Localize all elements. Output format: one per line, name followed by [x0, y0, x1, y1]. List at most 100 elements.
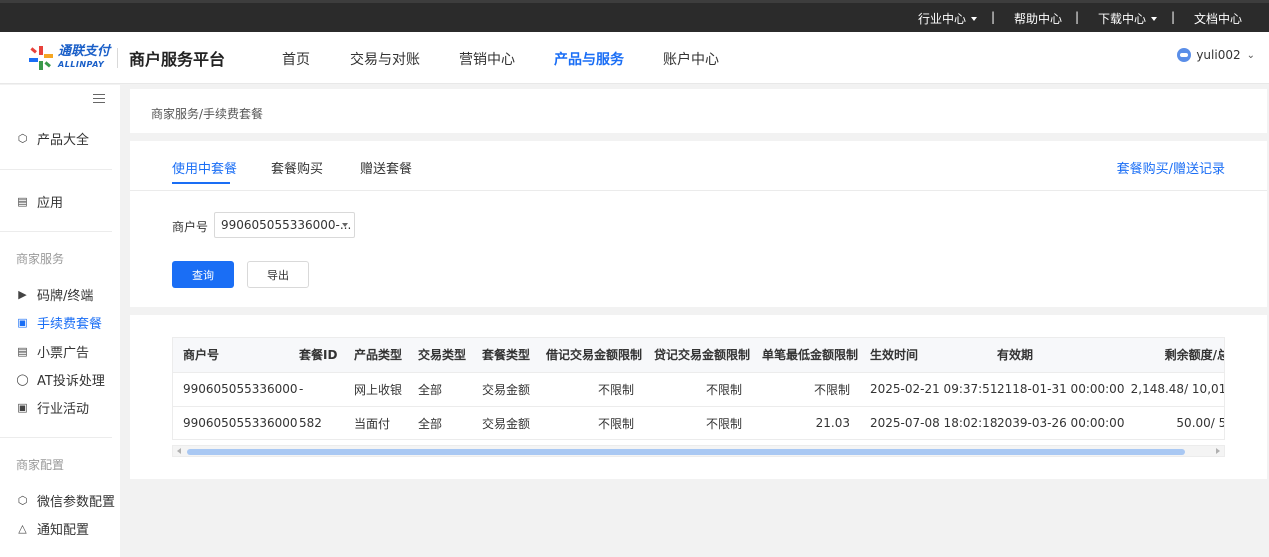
sidebar-item-label: 行业活动 — [37, 402, 90, 417]
divider — [0, 437, 112, 438]
sidebar-group-merchant-config: 商家配置 — [16, 458, 65, 472]
user-menu[interactable]: yuli002 ⌄ — [1177, 48, 1255, 62]
col-header: 有效期 — [987, 338, 1114, 373]
sidebar-item-apps[interactable]: ▤ 应用 — [16, 192, 63, 211]
help-center-label: 帮助中心 — [1014, 12, 1063, 26]
caret-down-icon — [971, 16, 978, 21]
tabs-divider — [130, 190, 1267, 191]
table-row: 990605055336000 582 当面付 全部 交易金额 不限制 不限制 … — [173, 406, 1224, 439]
scrollbar-thumb[interactable] — [187, 449, 1185, 455]
window-edge — [0, 0, 1269, 3]
help-center-link[interactable]: 帮助中心 — [1014, 10, 1062, 27]
menu-toggle-icon[interactable] — [93, 94, 105, 104]
docs-center-link[interactable]: 文档中心 — [1194, 10, 1242, 27]
sidebar-item-notify-config[interactable]: △ 通知配置 — [16, 519, 89, 538]
sidebar-item-label: 码牌/终端 — [37, 289, 94, 304]
tab-buy-package[interactable]: 套餐购买 — [271, 158, 323, 177]
platform-title: 商户服务平台 — [129, 50, 226, 69]
sidebar-item-receipt-ads[interactable]: ▤ 小票广告 — [16, 342, 89, 361]
cell: 当面付 — [344, 406, 408, 439]
sidebar: ⬡ 产品大全 ▤ 应用 商家服务 ▶ 码牌/终端 ▣ 手续费套餐 ▤ 小票广告 … — [0, 85, 120, 557]
industry-center-menu[interactable]: 行业中心 — [918, 10, 978, 27]
table-header-row: 商户号 套餐ID 产品类型 交易类型 套餐类型 借记交易金额限制 贷记交易金额限… — [173, 338, 1224, 373]
col-header: 交易类型 — [408, 338, 472, 373]
separator: | — [991, 10, 996, 24]
cell: 不限制 — [644, 372, 752, 407]
export-button[interactable]: 导出 — [247, 261, 309, 288]
cell: 不限制 — [536, 406, 644, 439]
cell: 2025-07-08 18:02:18 — [860, 406, 997, 439]
sidebar-item-industry-activity[interactable]: ▣ 行业活动 — [16, 398, 89, 417]
cell: 2118-01-31 00:00:00 — [987, 372, 1124, 407]
sidebar-item-label: 微信参数配置 — [37, 495, 116, 510]
merchant-number-value: 990605055336000-... — [221, 218, 352, 232]
cell: 不限制 — [536, 372, 644, 407]
breadcrumb: 商家服务/手续费套餐 — [151, 107, 264, 121]
tab-gift-package[interactable]: 赠送套餐 — [360, 158, 412, 177]
merchant-number-select[interactable]: 990605055336000-... — [214, 212, 355, 238]
col-header: 套餐类型 — [472, 338, 536, 373]
cell: 不限制 — [644, 406, 752, 439]
sidebar-item-product-catalog[interactable]: ⬡ 产品大全 — [16, 129, 89, 148]
divider — [0, 169, 112, 170]
username: yuli002 — [1196, 48, 1241, 62]
caret-down-icon — [342, 223, 348, 227]
query-button[interactable]: 查询 — [172, 261, 234, 288]
sidebar-item-at-complaint[interactable]: ◯ AT投诉处理 — [16, 370, 105, 389]
nav-products[interactable]: 产品与服务 — [554, 49, 624, 69]
cell: 全部 — [408, 372, 472, 407]
horizontal-scrollbar[interactable] — [172, 445, 1225, 457]
col-header: 产品类型 — [344, 338, 408, 373]
table-row: 990605055336000 - 网上收银 全部 交易金额 不限制 不限制 不… — [173, 372, 1224, 407]
tab-active-packages[interactable]: 使用中套餐 — [172, 158, 237, 177]
cell: 交易金额 — [472, 372, 536, 407]
shield-icon: ◯ — [16, 373, 29, 386]
logo-text: 通联支付 — [58, 44, 111, 59]
sidebar-item-label: 手续费套餐 — [37, 317, 103, 332]
sidebar-item-label: 产品大全 — [37, 133, 90, 148]
col-header: 借记交易金额限制 — [536, 338, 644, 373]
sidebar-item-label: 应用 — [37, 196, 64, 211]
bell-icon: △ — [18, 522, 27, 535]
breadcrumb-panel: 商家服务/手续费套餐 — [130, 89, 1267, 133]
cell: 2,148.48/ 10,010.00 — [1114, 372, 1224, 407]
merchant-number-label: 商户号 — [172, 220, 209, 234]
col-header: 套餐ID — [289, 338, 344, 373]
cube-icon: ⬡ — [17, 132, 28, 145]
sidebar-item-code-terminal[interactable]: ▶ 码牌/终端 — [16, 285, 93, 304]
sidebar-item-wechat-params[interactable]: ⬡ 微信参数配置 — [16, 491, 115, 510]
nav-home[interactable]: 首页 — [282, 49, 310, 69]
logo-divider — [117, 48, 118, 68]
nav-transactions[interactable]: 交易与对账 — [350, 49, 420, 69]
nav-account[interactable]: 账户中心 — [663, 49, 719, 69]
nav-marketing[interactable]: 营销中心 — [459, 49, 515, 69]
cell: 网上收银 — [344, 372, 408, 407]
sidebar-item-fee-package[interactable]: ▣ 手续费套餐 — [16, 313, 102, 332]
logo-subtext: ALLINPAY — [58, 60, 105, 69]
cell: 21.03 — [752, 406, 860, 439]
cell: 全部 — [408, 406, 472, 439]
industry-center-label: 行业中心 — [918, 12, 967, 26]
docs-center-label: 文档中心 — [1194, 12, 1243, 26]
col-header: 单笔最低金额限制 — [752, 338, 860, 373]
col-header: 生效时间 — [860, 338, 987, 373]
purchase-gift-record-link[interactable]: 套餐购买/赠送记录 — [1117, 158, 1225, 177]
col-header: 贷记交易金额限制 — [644, 338, 752, 373]
cell: 交易金额 — [472, 406, 536, 439]
sidebar-group-merchant-service: 商家服务 — [16, 252, 65, 266]
package-table: 商户号 套餐ID 产品类型 交易类型 套餐类型 借记交易金额限制 贷记交易金额限… — [172, 337, 1225, 440]
caret-down-icon — [1151, 16, 1158, 21]
filter-panel: 使用中套餐 套餐购买 赠送套餐 套餐购买/赠送记录 商户号 9906050553… — [130, 141, 1267, 307]
cube-icon: ⬡ — [17, 494, 28, 507]
sidebar-item-label: AT投诉处理 — [37, 374, 105, 389]
scroll-left-icon[interactable] — [177, 448, 181, 454]
download-center-label: 下载中心 — [1098, 12, 1147, 26]
scroll-right-icon[interactable] — [1216, 448, 1220, 454]
cell: 2039-03-26 00:00:00 — [987, 406, 1124, 439]
receipt-icon: ▤ — [17, 345, 28, 358]
download-center-menu[interactable]: 下载中心 — [1098, 10, 1158, 27]
cell: 50.00/ 50.00 — [1114, 406, 1224, 439]
cell: 990605055336000 — [173, 372, 298, 407]
box-icon: ▤ — [17, 195, 28, 208]
sidebar-item-label: 通知配置 — [37, 523, 90, 538]
